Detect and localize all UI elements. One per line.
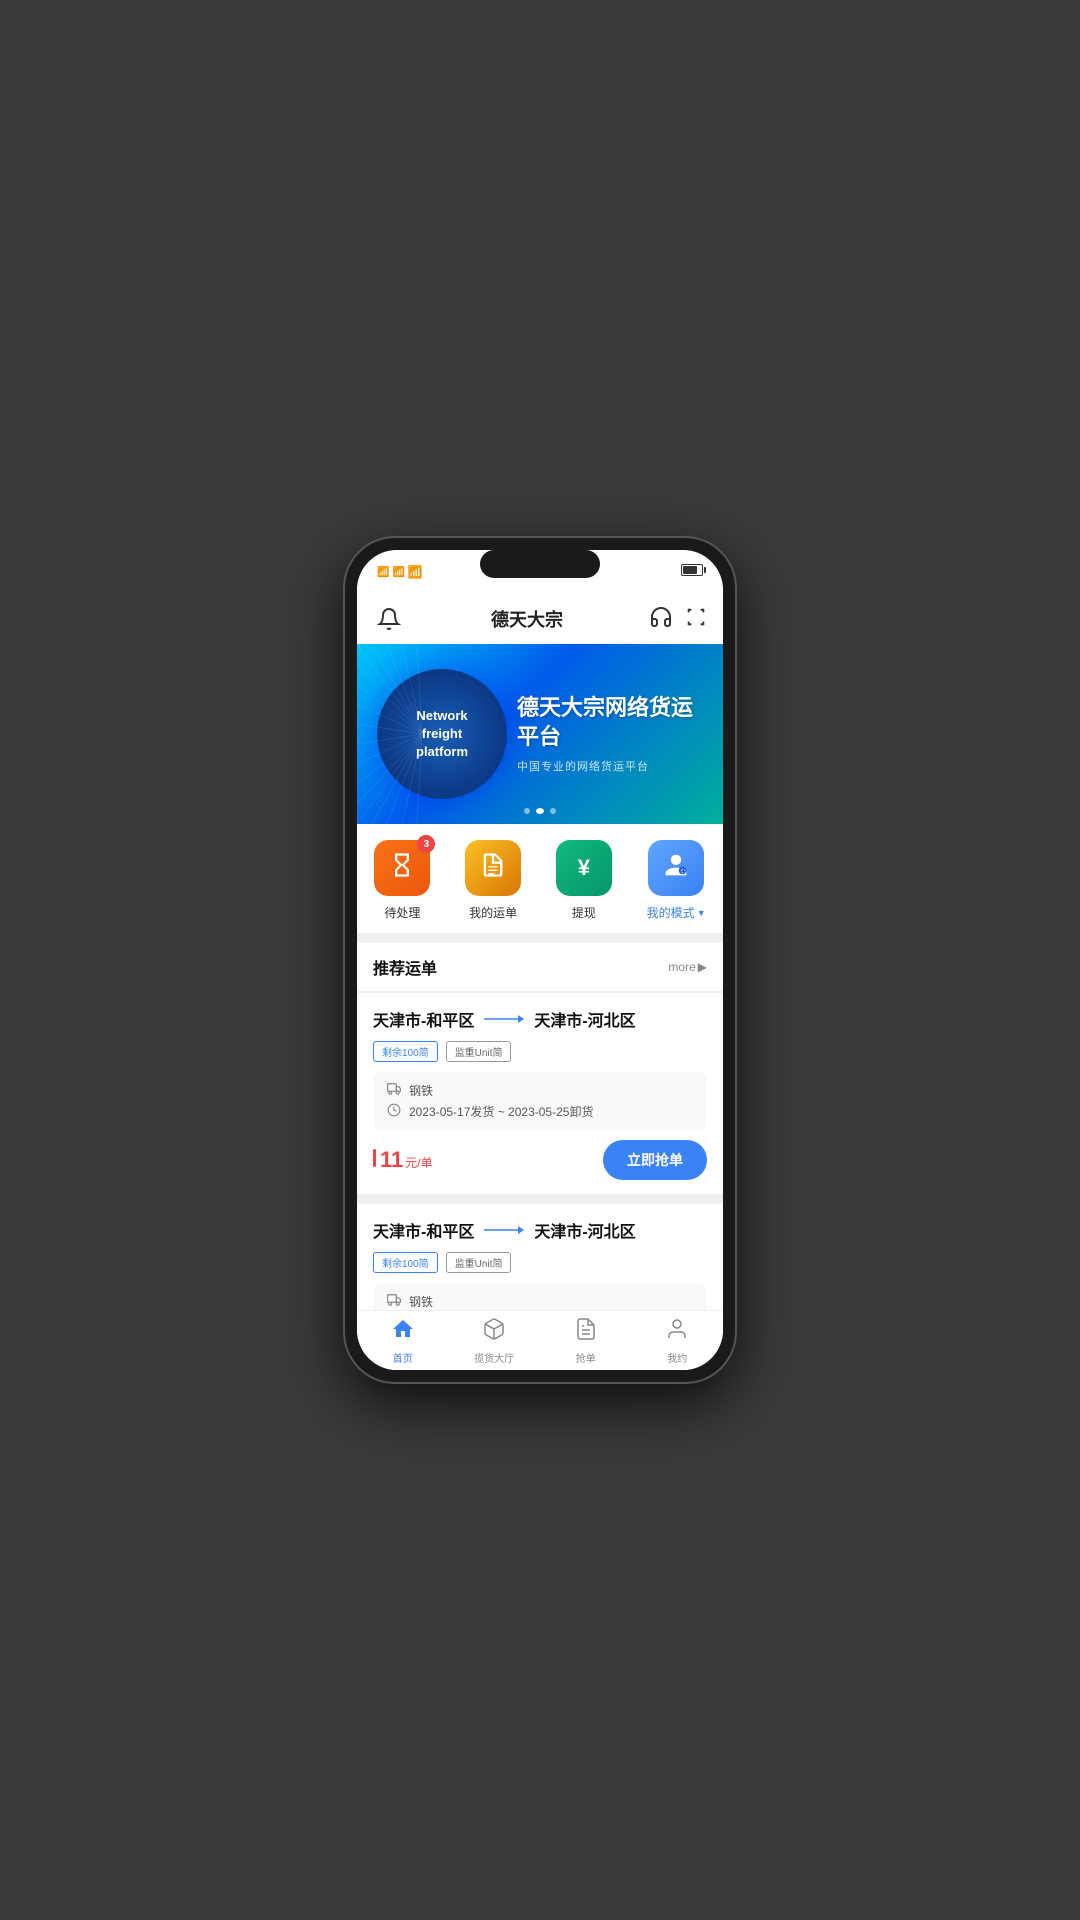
home-icon <box>391 1317 415 1347</box>
section-more-recommended[interactable]: more ▶ <box>668 960 707 974</box>
scan-icon[interactable] <box>685 606 707 633</box>
order-tags-2: 剩余100简 监重Unit简 <box>373 1252 707 1273</box>
headset-icon[interactable] <box>649 605 673 634</box>
banner-main-text: 德天大宗网络货运平台 <box>517 694 703 751</box>
pending-badge: 3 <box>417 835 435 853</box>
dot-2[interactable] <box>536 808 544 814</box>
cargo-text-1: 钢铁 <box>409 1082 433 1099</box>
cargo-row-1: 钢铁 <box>387 1082 693 1099</box>
order-to-2: 天津市-河北区 <box>534 1218 635 1242</box>
action-icon-pending: 3 <box>374 840 430 896</box>
action-withdraw[interactable]: ¥ 提现 <box>556 840 612 921</box>
section-header-recommended: 推荐运单 more ▶ <box>357 943 723 991</box>
tag-capacity-2: 剩余100简 <box>373 1252 438 1273</box>
app-header: 德天大宗 <box>357 594 723 644</box>
freight-icon <box>482 1317 506 1347</box>
order-to-1: 天津市-河北区 <box>534 1007 635 1031</box>
action-myorders[interactable]: 我的运单 <box>465 840 521 921</box>
dot-3[interactable] <box>550 808 556 814</box>
nav-mine-label: 我约 <box>667 1350 687 1365</box>
order-card-1: 天津市-和平区 天津市-河北区 剩余100简 监重Unit简 <box>357 993 723 1194</box>
banner: Network freight platform 德天大宗网络货运平台 中国专业… <box>357 644 723 824</box>
order-route-2: 天津市-和平区 天津市-河北区 <box>373 1218 707 1242</box>
order-tags-1: 剩余100简 监重Unit简 <box>373 1041 707 1062</box>
user-gear-icon <box>663 852 689 885</box>
price-bar-1 <box>373 1149 376 1167</box>
banner-sub-text: 中国专业的网络货运平台 <box>517 758 703 774</box>
section-title-recommended: 推荐运单 <box>373 955 437 979</box>
nav-grab[interactable]: 抢单 <box>540 1311 632 1370</box>
route-arrow-2 <box>484 1222 524 1238</box>
dot-1[interactable] <box>524 808 530 814</box>
cargo-row-2: 钢铁 <box>387 1293 693 1310</box>
date-row-1: 2023-05-17发货 ~ 2023-05-25卸货 <box>387 1103 693 1120</box>
action-mymode[interactable]: 我的模式 ▼ <box>647 840 706 921</box>
date-icon-1 <box>387 1103 401 1120</box>
price-unit-1: 元/单 <box>405 1154 432 1171</box>
order-detail-2: 钢铁 2023-05-17发货 ~ 2023-05-25卸货 <box>373 1283 707 1310</box>
nav-mine[interactable]: 我约 <box>632 1311 724 1370</box>
grab-icon <box>574 1317 598 1347</box>
tag-type-2: 监重Unit简 <box>446 1252 512 1273</box>
scroll-content[interactable]: Network freight platform 德天大宗网络货运平台 中国专业… <box>357 644 723 1310</box>
withdraw-icon: ¥ <box>578 855 590 881</box>
bell-icon[interactable] <box>373 603 405 635</box>
action-label-mymode: 我的模式 ▼ <box>647 904 706 921</box>
nav-home-label: 首页 <box>393 1350 413 1365</box>
phone-frame: 📶 📶 📶 德天大宗 <box>345 538 735 1382</box>
orders-icon <box>479 851 507 886</box>
order-footer-1: 11 元/单 立即抢单 <box>373 1140 707 1180</box>
order-from-1: 天津市-和平区 <box>373 1007 474 1031</box>
nav-freight[interactable]: 揽货大厅 <box>449 1311 541 1370</box>
signal2-icon: 📶 <box>392 567 403 578</box>
battery-icon <box>681 563 703 581</box>
nav-freight-label: 揽货大厅 <box>474 1350 514 1365</box>
action-icon-withdraw: ¥ <box>556 840 612 896</box>
cargo-icon-2 <box>387 1293 401 1310</box>
date-text-1: 2023-05-17发货 ~ 2023-05-25卸货 <box>409 1103 593 1120</box>
bottom-nav: 首页 揽货大厅 <box>357 1310 723 1370</box>
action-pending[interactable]: 3 待处理 <box>374 840 430 921</box>
tag-capacity-1: 剩余100简 <box>373 1041 438 1062</box>
status-bar-left: 📶 📶 📶 <box>377 565 457 579</box>
hourglass-icon <box>388 851 416 886</box>
mine-icon <box>665 1317 689 1347</box>
more-arrow-icon: ▶ <box>698 960 707 974</box>
header-right <box>649 605 707 634</box>
action-icon-mymode <box>648 840 704 896</box>
order-from-2: 天津市-和平区 <box>373 1218 474 1242</box>
banner-dots <box>524 808 556 814</box>
order-card-2: 天津市-和平区 天津市-河北区 剩余100简 监重Unit简 <box>357 1204 723 1310</box>
cargo-text-2: 钢铁 <box>409 1293 433 1310</box>
nav-home[interactable]: 首页 <box>357 1311 449 1370</box>
banner-text-area: 德天大宗网络货运平台 中国专业的网络货运平台 <box>507 694 703 773</box>
grab-button-1[interactable]: 立即抢单 <box>603 1140 707 1180</box>
action-label-withdraw: 提现 <box>572 904 596 921</box>
order-detail-1: 钢铁 2023-05-17发货 ~ 2023-05-25卸货 <box>373 1072 707 1130</box>
route-arrow-1 <box>484 1011 524 1027</box>
camera-notch <box>480 550 600 578</box>
price-area-1: 11 元/单 <box>373 1147 433 1173</box>
price-num-1: 11 <box>380 1147 403 1173</box>
nav-grab-label: 抢单 <box>576 1350 596 1365</box>
cargo-icon-1 <box>387 1082 401 1099</box>
wifi-icon: 📶 <box>408 565 423 579</box>
app-title: 德天大宗 <box>491 606 563 632</box>
tag-type-1: 监重Unit简 <box>446 1041 512 1062</box>
banner-rays-svg <box>357 644 527 824</box>
quick-actions: 3 待处理 我的运单 <box>357 824 723 933</box>
action-label-myorders: 我的运单 <box>469 904 517 921</box>
phone-screen: 📶 📶 📶 德天大宗 <box>357 550 723 1370</box>
action-label-pending: 待处理 <box>384 904 420 921</box>
signal1-icon: 📶 <box>377 567 388 578</box>
order-route-1: 天津市-和平区 天津市-河北区 <box>373 1007 707 1031</box>
action-icon-myorders <box>465 840 521 896</box>
